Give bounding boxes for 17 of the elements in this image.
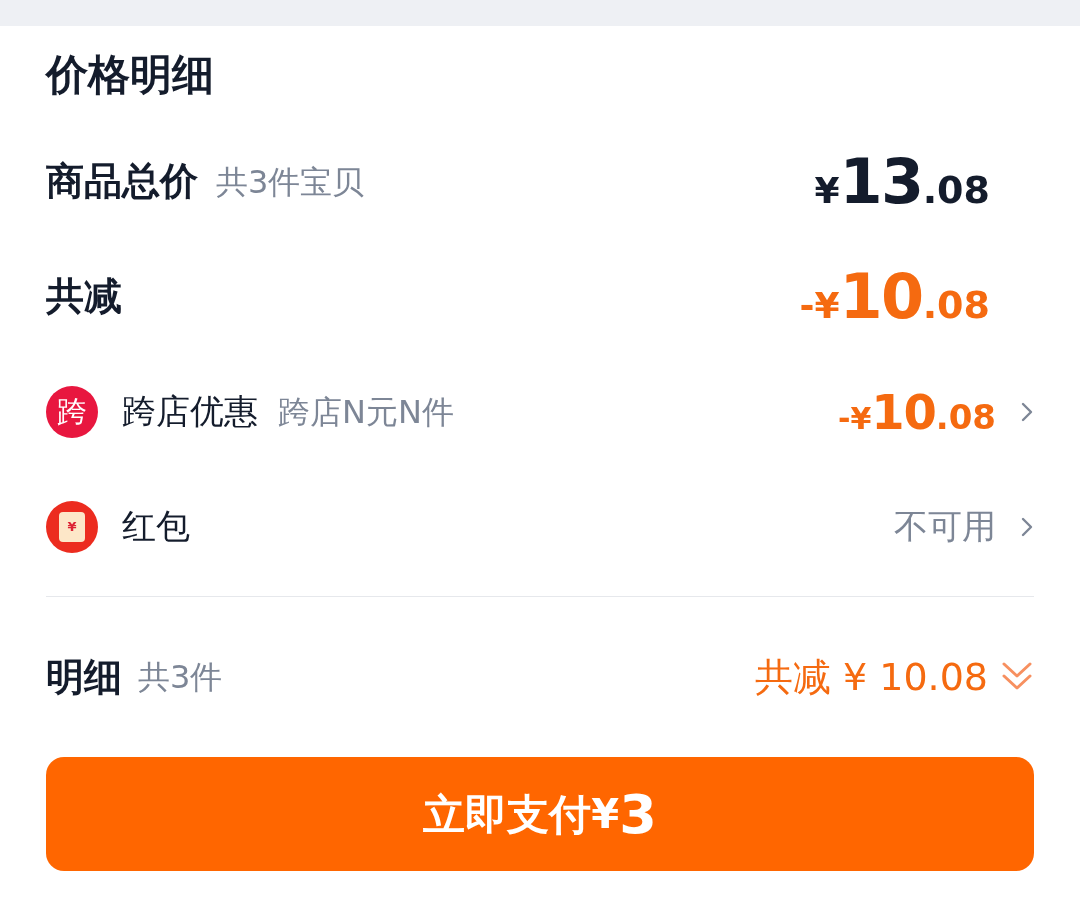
- status-text: 不可用: [894, 505, 996, 548]
- cross-store-icon: 跨: [46, 385, 98, 438]
- section-title: 价格明细: [46, 54, 214, 96]
- pay-button[interactable]: 立即支付¥3: [46, 757, 1034, 871]
- row-note: 跨店N元N件: [278, 391, 454, 433]
- detail-label: 明细: [46, 653, 122, 701]
- detail-note: 共3件: [138, 657, 223, 698]
- price-amount: ¥13.08: [814, 150, 990, 213]
- row-label: 跨店优惠: [122, 390, 258, 433]
- envelope-icon: ¥: [46, 500, 98, 553]
- row-note: 共3件宝贝: [216, 161, 365, 203]
- row-label: 红包: [122, 505, 190, 548]
- row-label: 商品总价: [46, 158, 198, 205]
- row-label: 共减: [46, 273, 122, 320]
- price-amount: -¥10.08: [838, 387, 996, 436]
- discount-total-toggle[interactable]: 共减 ¥ 10.08: [754, 648, 1034, 706]
- price-amount: -¥10.08: [799, 265, 990, 328]
